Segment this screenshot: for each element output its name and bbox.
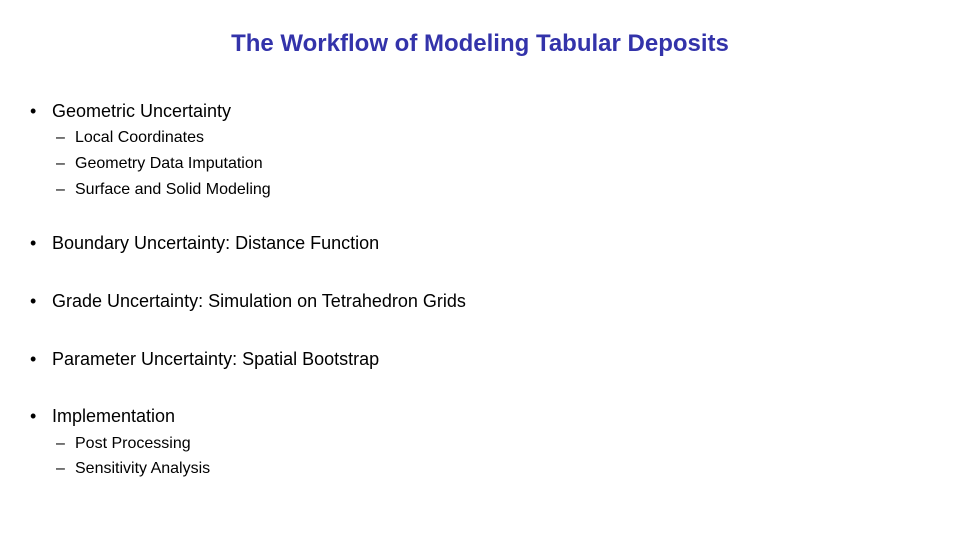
bullet-icon: • (30, 101, 37, 121)
bullet-parameter-uncertainty: • Parameter Uncertainty: Spatial Bootstra… (30, 349, 380, 369)
sub-bullet-post-processing: – Post Processing (56, 435, 191, 452)
bullet-geometric-uncertainty: • Geometric Uncertainty (30, 101, 232, 121)
sub-bullet-sensitivity-analysis: – Sensitivity Analysis (56, 460, 211, 477)
slide-title: The Workflow of Modeling Tabular Deposit… (231, 30, 729, 57)
dash-icon: – (56, 435, 65, 452)
bullet-grade-uncertainty: • Grade Uncertainty: Simulation on Tetrah… (30, 291, 466, 311)
dash-icon: – (56, 155, 65, 172)
dash-icon: – (56, 129, 65, 146)
sub-bullet-local-coordinates: – Local Coordinates (56, 129, 204, 146)
bullet-icon: • (30, 233, 37, 253)
sub-bullet-geometry-data-imputation: – Geometry Data Imputation (56, 155, 263, 172)
dash-icon: – (56, 181, 65, 198)
dash-icon: – (56, 460, 65, 477)
bullet-icon: • (30, 349, 37, 369)
bullet-implementation: • Implementation (30, 406, 176, 426)
bullet-icon: • (30, 406, 37, 426)
bullet-boundary-uncertainty: • Boundary Uncertainty: Distance Function (30, 233, 380, 253)
sub-bullet-surface-solid-modeling: – Surface and Solid Modeling (56, 181, 271, 198)
bullet-icon: • (30, 291, 37, 311)
